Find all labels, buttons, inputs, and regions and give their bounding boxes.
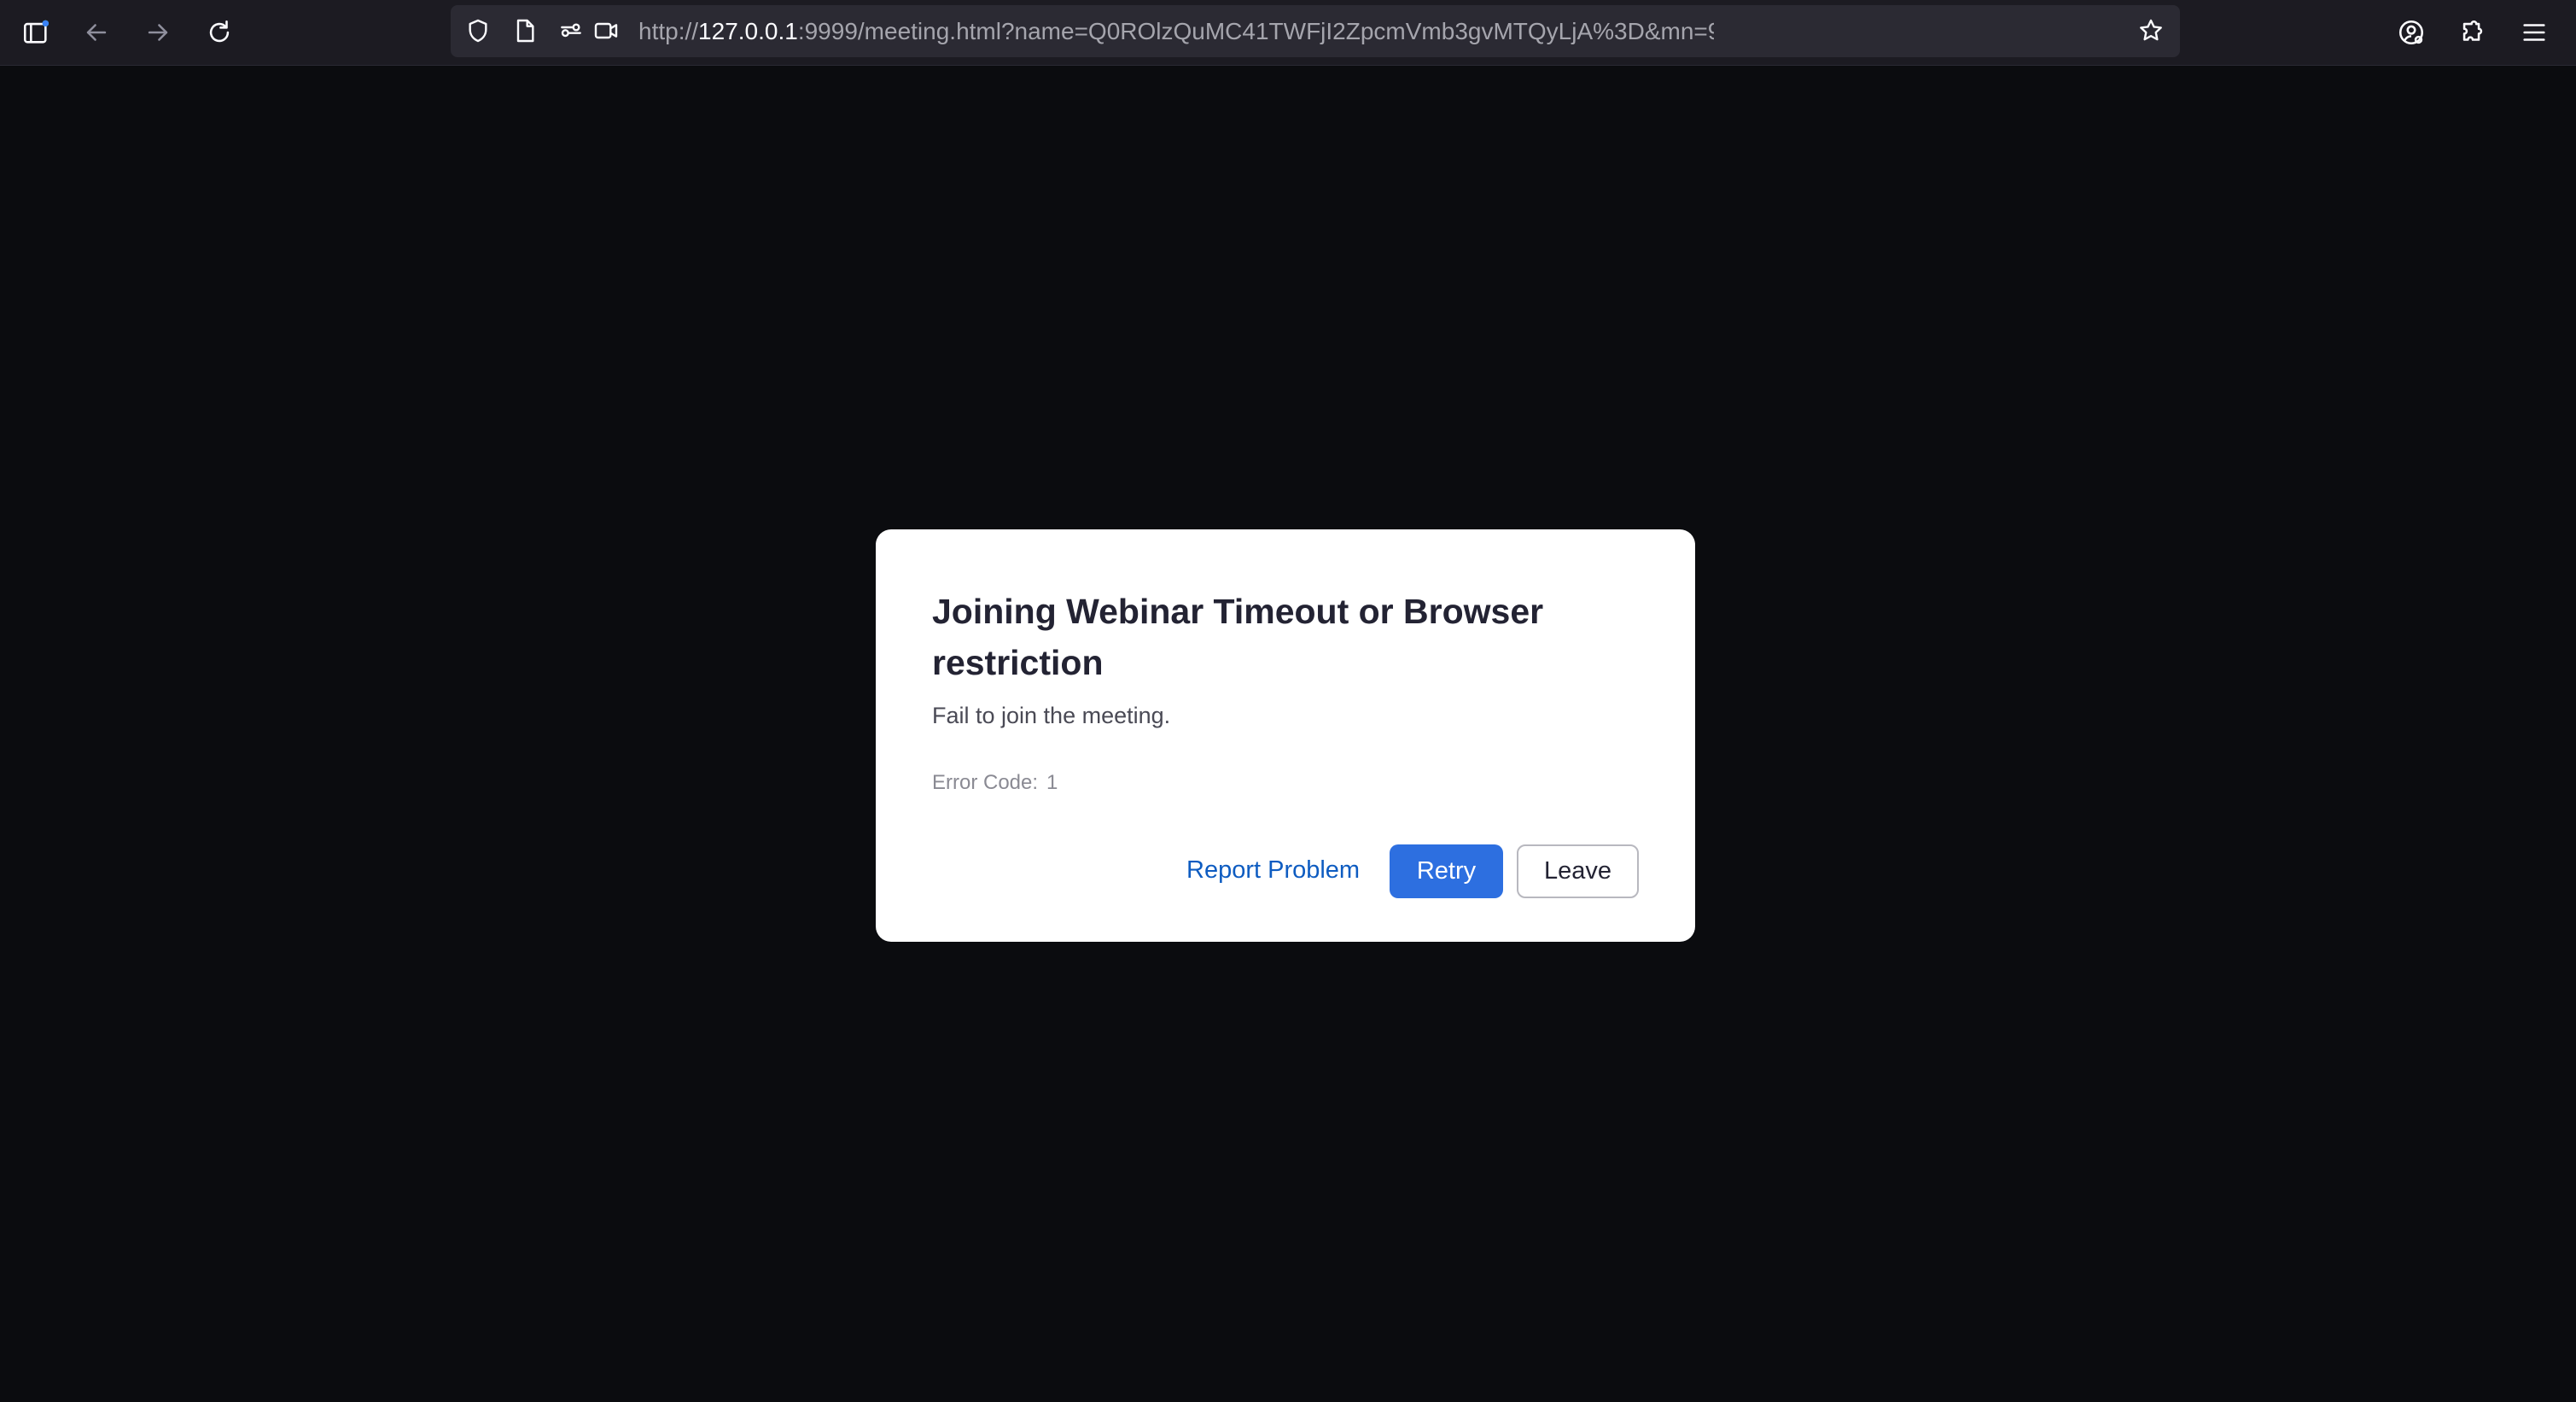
- extensions-icon[interactable]: [2452, 12, 2493, 53]
- error-code: Error Code: 1: [932, 771, 1058, 795]
- menu-icon[interactable]: [2514, 12, 2555, 53]
- url-prefix: http://: [638, 18, 699, 44]
- camera-icon[interactable]: [592, 16, 621, 45]
- star-icon[interactable]: [2136, 16, 2165, 45]
- url-rest: :9999/meeting.html?name=Q0ROlzQuMC41TWFj…: [797, 18, 1714, 44]
- error-dialog: Joining Webinar Timeout or Browser restr…: [876, 529, 1695, 942]
- back-arrow-icon[interactable]: [76, 12, 117, 53]
- url-fade: [1868, 12, 1927, 50]
- page-icon[interactable]: [510, 16, 539, 45]
- url-bar[interactable]: http://127.0.0.1:9999/meeting.html?name=…: [451, 5, 2180, 57]
- error-code-label: Error Code:: [932, 771, 1039, 794]
- report-problem-button[interactable]: Report Problem: [1166, 843, 1380, 897]
- error-code-value: 1: [1046, 771, 1058, 794]
- forward-arrow-icon[interactable]: [137, 12, 178, 53]
- dialog-message: Fail to join the meeting.: [932, 703, 1171, 728]
- browser-toolbar: http://127.0.0.1:9999/meeting.html?name=…: [0, 0, 2576, 66]
- account-icon[interactable]: [2391, 12, 2432, 53]
- shield-icon[interactable]: [463, 16, 492, 45]
- retry-button[interactable]: Retry: [1390, 844, 1503, 898]
- sidebar-icon[interactable]: [15, 12, 56, 53]
- url-host: 127.0.0.1: [698, 18, 798, 44]
- permissions-icon[interactable]: [557, 16, 586, 45]
- leave-button[interactable]: Leave: [1517, 844, 1639, 898]
- dialog-title: Joining Webinar Timeout or Browser restr…: [932, 592, 1544, 682]
- url-text[interactable]: http://127.0.0.1:9999/meeting.html?name=…: [638, 5, 1714, 57]
- reload-icon[interactable]: [199, 12, 240, 53]
